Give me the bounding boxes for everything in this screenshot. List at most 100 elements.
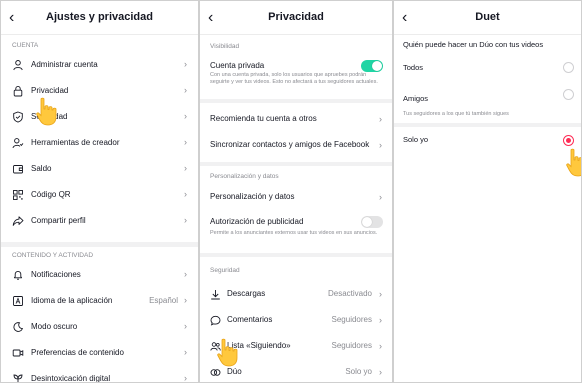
person-icon: [13, 60, 23, 71]
duet-option-amigos[interactable]: Amigos: [394, 89, 581, 108]
chevron-right-icon: ›: [184, 85, 187, 95]
chevron-right-icon: ›: [379, 367, 382, 377]
radio-button[interactable]: [563, 62, 574, 73]
section-divider: [200, 253, 392, 257]
privacy-panel: ‹ Privacidad Visibilidad Cuenta privada …: [199, 0, 393, 383]
chevron-right-icon: ›: [379, 341, 382, 351]
settings-item-compartir-perfil[interactable]: Compartir perfil ›: [1, 208, 198, 234]
page-title: Privacidad: [268, 11, 324, 23]
chevron-right-icon: ›: [184, 295, 187, 305]
section-divider: [394, 123, 581, 127]
comments-item[interactable]: Comentarios Seguidores ›: [200, 315, 392, 329]
digital-wellbeing-icon: [13, 374, 23, 382]
bell-icon: [13, 271, 23, 280]
section-divider: [200, 99, 392, 103]
chevron-right-icon: ›: [379, 114, 382, 124]
pointing-hand-icon: [566, 148, 581, 177]
dark-mode-icon: [13, 322, 24, 332]
item-label: Comentarios: [227, 315, 273, 324]
video-camera-icon: [12, 349, 24, 357]
item-label: Personalización y datos: [210, 192, 295, 201]
section-header-seguridad: Seguridad: [210, 267, 240, 274]
ad-authorization-description: Permite a los anunciantes externos usar …: [210, 230, 378, 236]
page-title: Duet: [475, 11, 500, 23]
downloads-item[interactable]: Descargas Desactivado ›: [200, 289, 392, 303]
wallet-icon: [13, 165, 23, 174]
item-label: Modo oscuro: [31, 322, 78, 331]
settings-panel: ‹ Ajustes y privacidad CUENTA Administra…: [0, 0, 199, 383]
item-label: Sincronizar contactos y amigos de Facebo…: [210, 140, 370, 149]
chevron-right-icon: ›: [184, 321, 187, 331]
chevron-right-icon: ›: [379, 192, 382, 202]
settings-item-saldo[interactable]: Saldo ›: [1, 156, 198, 182]
ad-authorization-toggle[interactable]: [361, 216, 383, 228]
option-label: Solo yo: [403, 135, 429, 144]
chevron-right-icon: ›: [184, 111, 187, 121]
chevron-right-icon: ›: [184, 269, 187, 279]
private-account-toggle[interactable]: [361, 60, 383, 72]
shield-icon: [13, 111, 23, 123]
chevron-right-icon: ›: [184, 215, 187, 225]
language-icon: [13, 296, 23, 306]
settings-item-herramientas-de-creador[interactable]: Herramientas de creador ›: [1, 130, 198, 156]
chevron-right-icon: ›: [184, 373, 187, 383]
section-divider: [1, 242, 198, 247]
item-label: Administrar cuenta: [31, 60, 98, 69]
ad-authorization-label: Autorización de publicidad: [210, 217, 304, 226]
settings-item-modo-oscuro[interactable]: Modo oscuro ›: [1, 314, 198, 340]
item-value: Seguidores: [331, 315, 372, 324]
section-divider: [200, 162, 392, 166]
section-header-contenido: CONTENIDO Y ACTIVIDAD: [12, 252, 94, 259]
ad-authorization-setting[interactable]: Autorización de publicidad: [200, 216, 392, 231]
duet-item[interactable]: Dúo Solo yo ›: [200, 367, 392, 381]
item-value: Seguidores: [331, 341, 372, 350]
item-label: Código QR: [31, 190, 71, 199]
settings-item-codigo-qr[interactable]: Código QR ›: [1, 182, 198, 208]
chevron-right-icon: ›: [379, 140, 382, 150]
item-value: Desactivado: [327, 289, 372, 298]
settings-item-seguridad[interactable]: Seguridad ›: [1, 104, 198, 130]
personalization-item[interactable]: Personalización y datos ›: [200, 192, 392, 206]
item-label: Compartir perfil: [31, 216, 86, 225]
chevron-right-icon: ›: [379, 315, 382, 325]
pointing-hand-icon: [36, 97, 57, 126]
share-icon: [12, 216, 24, 226]
settings-item-privacidad[interactable]: Privacidad ›: [1, 78, 198, 104]
private-account-label: Cuenta privada: [210, 61, 265, 70]
section-header-cuenta: CUENTA: [12, 42, 39, 49]
item-value: Español: [149, 296, 178, 305]
sync-contacts-item[interactable]: Sincronizar contactos y amigos de Facebo…: [200, 140, 392, 154]
chevron-right-icon: ›: [184, 137, 187, 147]
header: ‹ Duet: [394, 1, 581, 35]
radio-button[interactable]: [563, 89, 574, 100]
settings-item-idioma[interactable]: Idioma de la aplicación Español ›: [1, 288, 198, 314]
recommend-account-item[interactable]: Recomienda tu cuenta a otros ›: [200, 114, 392, 128]
chevron-right-icon: ›: [184, 189, 187, 199]
item-label: Dúo: [227, 367, 242, 376]
duet-option-solo-yo[interactable]: Solo yo: [394, 135, 581, 149]
toggle-knob: [362, 217, 372, 227]
page-title: Ajustes y privacidad: [46, 11, 153, 23]
option-label: Todos: [403, 63, 424, 72]
settings-item-notificaciones[interactable]: Notificaciones ›: [1, 262, 198, 288]
comment-icon: [210, 315, 221, 326]
item-value: Solo yo: [345, 367, 372, 376]
item-label: Herramientas de creador: [31, 138, 120, 147]
download-icon: [211, 290, 220, 300]
toggle-knob: [372, 61, 382, 71]
settings-item-desintoxicacion[interactable]: Desintoxicación digital ›: [1, 366, 198, 383]
item-label: Preferencias de contenido: [31, 348, 124, 357]
private-account-description: Con una cuenta privada, solo los usuario…: [210, 72, 378, 85]
item-label: Saldo: [31, 164, 52, 173]
section-header-personalizacion: Personalización y datos: [210, 173, 279, 180]
qr-code-icon: [13, 190, 23, 200]
header: ‹ Privacidad: [200, 1, 392, 35]
settings-item-administrar-cuenta[interactable]: Administrar cuenta ›: [1, 52, 198, 78]
radio-button-selected[interactable]: [563, 135, 574, 146]
item-label: Desintoxicación digital: [31, 374, 111, 383]
duet-option-todos[interactable]: Todos: [394, 62, 581, 77]
item-label: Notificaciones: [31, 270, 81, 279]
item-label: Descargas: [227, 289, 266, 298]
pointing-hand-icon: [217, 338, 238, 367]
settings-item-preferencias[interactable]: Preferencias de contenido ›: [1, 340, 198, 366]
